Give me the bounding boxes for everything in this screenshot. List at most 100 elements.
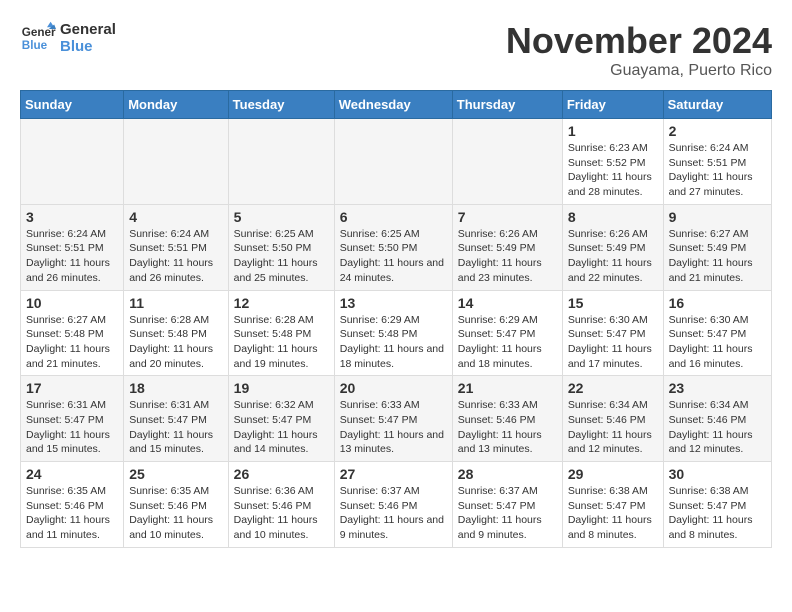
day-info: Sunrise: 6:26 AMSunset: 5:49 PMDaylight:…	[458, 227, 557, 286]
calendar-week-2: 3Sunrise: 6:24 AMSunset: 5:51 PMDaylight…	[21, 204, 772, 290]
day-info: Sunrise: 6:29 AMSunset: 5:48 PMDaylight:…	[340, 313, 447, 372]
day-info: Sunrise: 6:31 AMSunset: 5:47 PMDaylight:…	[129, 398, 222, 457]
day-number: 1	[568, 123, 658, 139]
calendar-cell: 12 Sunrise: 6:28 AMSunset: 5:48 PMDayligh…	[228, 290, 334, 376]
day-number: 18	[129, 380, 222, 396]
day-number: 4	[129, 209, 222, 225]
day-number: 19	[234, 380, 329, 396]
day-info: Sunrise: 6:29 AMSunset: 5:47 PMDaylight:…	[458, 313, 557, 372]
day-number: 15	[568, 295, 658, 311]
calendar-cell: 6 Sunrise: 6:25 AMSunset: 5:50 PMDaylight…	[334, 204, 452, 290]
day-info: Sunrise: 6:25 AMSunset: 5:50 PMDaylight:…	[234, 227, 329, 286]
calendar-cell: 9 Sunrise: 6:27 AMSunset: 5:49 PMDaylight…	[663, 204, 771, 290]
calendar-header-row: SundayMondayTuesdayWednesdayThursdayFrid…	[21, 91, 772, 119]
day-number: 6	[340, 209, 447, 225]
day-info: Sunrise: 6:38 AMSunset: 5:47 PMDaylight:…	[669, 484, 766, 543]
day-number: 8	[568, 209, 658, 225]
day-number: 9	[669, 209, 766, 225]
calendar-cell: 3Sunrise: 6:24 AMSunset: 5:51 PMDaylight…	[21, 204, 124, 290]
day-number: 5	[234, 209, 329, 225]
day-info: Sunrise: 6:32 AMSunset: 5:47 PMDaylight:…	[234, 398, 329, 457]
calendar-cell: 5 Sunrise: 6:25 AMSunset: 5:50 PMDaylight…	[228, 204, 334, 290]
weekday-header-thursday: Thursday	[452, 91, 562, 119]
day-info: Sunrise: 6:36 AMSunset: 5:46 PMDaylight:…	[234, 484, 329, 543]
calendar-week-4: 17 Sunrise: 6:31 AMSunset: 5:47 PMDayligh…	[21, 376, 772, 462]
calendar-cell: 21 Sunrise: 6:33 AMSunset: 5:46 PMDayligh…	[452, 376, 562, 462]
location: Guayama, Puerto Rico	[506, 62, 772, 80]
calendar-cell: 27 Sunrise: 6:37 AMSunset: 5:46 PMDayligh…	[334, 462, 452, 548]
day-number: 7	[458, 209, 557, 225]
weekday-header-saturday: Saturday	[663, 91, 771, 119]
calendar-cell: 16Sunrise: 6:30 AMSunset: 5:47 PMDayligh…	[663, 290, 771, 376]
calendar-table: SundayMondayTuesdayWednesdayThursdayFrid…	[20, 90, 772, 548]
day-number: 10	[26, 295, 118, 311]
calendar-cell: 18 Sunrise: 6:31 AMSunset: 5:47 PMDayligh…	[124, 376, 228, 462]
calendar-week-3: 10 Sunrise: 6:27 AMSunset: 5:48 PMDayligh…	[21, 290, 772, 376]
calendar-cell: 28 Sunrise: 6:37 AMSunset: 5:47 PMDayligh…	[452, 462, 562, 548]
day-number: 24	[26, 466, 118, 482]
calendar-cell: 11 Sunrise: 6:28 AMSunset: 5:48 PMDayligh…	[124, 290, 228, 376]
day-info: Sunrise: 6:33 AMSunset: 5:46 PMDaylight:…	[458, 398, 557, 457]
day-info: Sunrise: 6:24 AMSunset: 5:51 PMDaylight:…	[669, 141, 766, 200]
day-number: 20	[340, 380, 447, 396]
calendar-cell: 30Sunrise: 6:38 AMSunset: 5:47 PMDayligh…	[663, 462, 771, 548]
calendar-cell: 26 Sunrise: 6:36 AMSunset: 5:46 PMDayligh…	[228, 462, 334, 548]
month-title: November 2024	[506, 20, 772, 62]
day-info: Sunrise: 6:24 AMSunset: 5:51 PMDaylight:…	[129, 227, 222, 286]
day-number: 22	[568, 380, 658, 396]
day-number: 28	[458, 466, 557, 482]
calendar-cell: 20 Sunrise: 6:33 AMSunset: 5:47 PMDayligh…	[334, 376, 452, 462]
day-number: 11	[129, 295, 222, 311]
day-number: 2	[669, 123, 766, 139]
calendar-cell: 29Sunrise: 6:38 AMSunset: 5:47 PMDayligh…	[562, 462, 663, 548]
logo-icon: General Blue	[20, 20, 56, 56]
logo: General Blue General Blue	[20, 20, 116, 56]
calendar-cell	[124, 119, 228, 205]
calendar-cell: 14 Sunrise: 6:29 AMSunset: 5:47 PMDayligh…	[452, 290, 562, 376]
weekday-header-sunday: Sunday	[21, 91, 124, 119]
weekday-header-friday: Friday	[562, 91, 663, 119]
calendar-cell: 25Sunrise: 6:35 AMSunset: 5:46 PMDayligh…	[124, 462, 228, 548]
day-info: Sunrise: 6:27 AMSunset: 5:49 PMDaylight:…	[669, 227, 766, 286]
calendar-cell: 10 Sunrise: 6:27 AMSunset: 5:48 PMDayligh…	[21, 290, 124, 376]
day-info: Sunrise: 6:26 AMSunset: 5:49 PMDaylight:…	[568, 227, 658, 286]
svg-text:Blue: Blue	[22, 39, 48, 52]
weekday-header-wednesday: Wednesday	[334, 91, 452, 119]
day-info: Sunrise: 6:28 AMSunset: 5:48 PMDaylight:…	[129, 313, 222, 372]
day-info: Sunrise: 6:33 AMSunset: 5:47 PMDaylight:…	[340, 398, 447, 457]
day-number: 21	[458, 380, 557, 396]
weekday-header-tuesday: Tuesday	[228, 91, 334, 119]
calendar-week-5: 24 Sunrise: 6:35 AMSunset: 5:46 PMDayligh…	[21, 462, 772, 548]
day-info: Sunrise: 6:27 AMSunset: 5:48 PMDaylight:…	[26, 313, 118, 372]
calendar-cell: 2 Sunrise: 6:24 AMSunset: 5:51 PMDaylight…	[663, 119, 771, 205]
calendar-cell: 1 Sunrise: 6:23 AMSunset: 5:52 PMDaylight…	[562, 119, 663, 205]
day-info: Sunrise: 6:30 AMSunset: 5:47 PMDaylight:…	[568, 313, 658, 372]
day-number: 14	[458, 295, 557, 311]
logo-blue: Blue	[60, 38, 116, 55]
day-info: Sunrise: 6:37 AMSunset: 5:47 PMDaylight:…	[458, 484, 557, 543]
day-info: Sunrise: 6:34 AMSunset: 5:46 PMDaylight:…	[669, 398, 766, 457]
day-number: 29	[568, 466, 658, 482]
calendar-cell: 7 Sunrise: 6:26 AMSunset: 5:49 PMDaylight…	[452, 204, 562, 290]
day-info: Sunrise: 6:28 AMSunset: 5:48 PMDaylight:…	[234, 313, 329, 372]
calendar-cell: 19 Sunrise: 6:32 AMSunset: 5:47 PMDayligh…	[228, 376, 334, 462]
calendar-cell: 15 Sunrise: 6:30 AMSunset: 5:47 PMDayligh…	[562, 290, 663, 376]
day-info: Sunrise: 6:37 AMSunset: 5:46 PMDaylight:…	[340, 484, 447, 543]
weekday-header-monday: Monday	[124, 91, 228, 119]
day-info: Sunrise: 6:31 AMSunset: 5:47 PMDaylight:…	[26, 398, 118, 457]
calendar-cell: 4 Sunrise: 6:24 AMSunset: 5:51 PMDaylight…	[124, 204, 228, 290]
day-info: Sunrise: 6:35 AMSunset: 5:46 PMDaylight:…	[129, 484, 222, 543]
calendar-cell: 8 Sunrise: 6:26 AMSunset: 5:49 PMDaylight…	[562, 204, 663, 290]
calendar-cell	[21, 119, 124, 205]
day-number: 26	[234, 466, 329, 482]
day-number: 23	[669, 380, 766, 396]
day-number: 17	[26, 380, 118, 396]
day-number: 12	[234, 295, 329, 311]
day-number: 13	[340, 295, 447, 311]
day-info: Sunrise: 6:23 AMSunset: 5:52 PMDaylight:…	[568, 141, 658, 200]
day-info: Sunrise: 6:24 AMSunset: 5:51 PMDaylight:…	[26, 227, 118, 286]
day-info: Sunrise: 6:25 AMSunset: 5:50 PMDaylight:…	[340, 227, 447, 286]
calendar-cell: 24Sunrise: 6:35 AMSunset: 5:46 PMDayligh…	[21, 462, 124, 548]
calendar-cell	[452, 119, 562, 205]
day-number: 27	[340, 466, 447, 482]
